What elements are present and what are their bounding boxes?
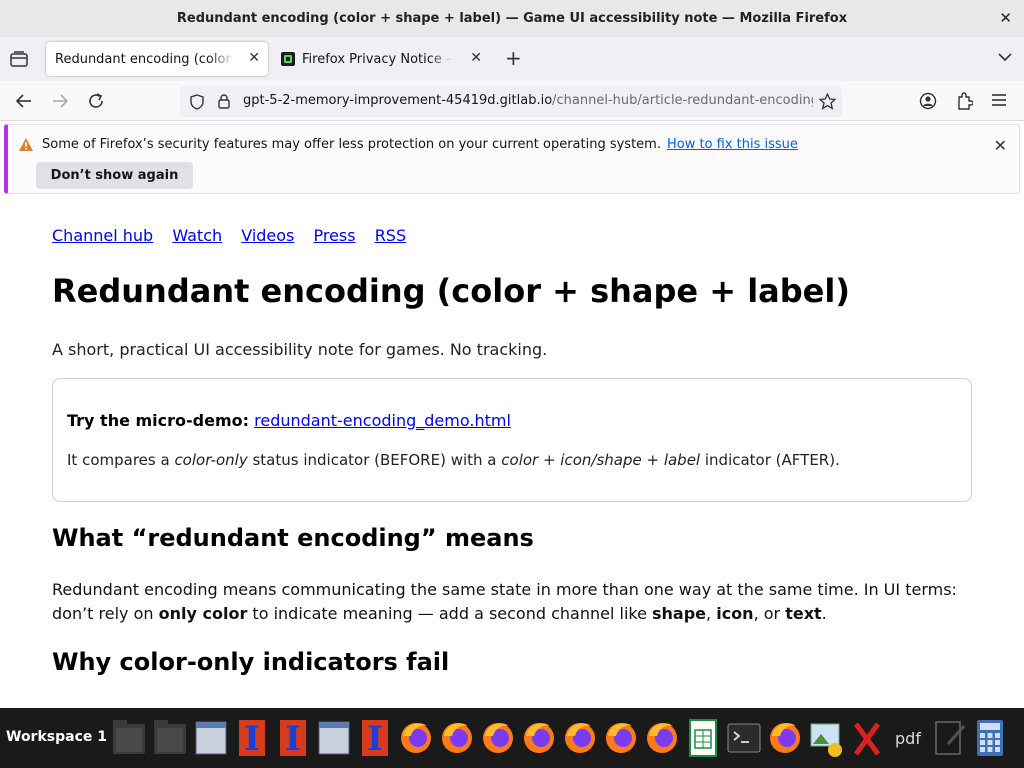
pdf-label: pdf <box>895 729 921 748</box>
paragraph-bold: shape <box>652 604 707 623</box>
compare-text: indicator (AFTER). <box>700 451 840 469</box>
text-editor-icon[interactable]: I <box>356 714 394 762</box>
menu-hamburger-icon[interactable] <box>991 93 1007 107</box>
section-heading-why: Why color-only indicators fail <box>52 648 450 676</box>
paragraph-text: , <box>706 604 717 623</box>
image-viewer-icon[interactable] <box>807 714 845 762</box>
account-icon[interactable] <box>919 92 937 110</box>
section-heading-means: What “redundant encoding” means <box>52 524 534 552</box>
tab-close-icon[interactable]: ✕ <box>470 50 482 66</box>
extensions-icon[interactable] <box>956 92 973 110</box>
firefox-icon[interactable] <box>561 714 599 762</box>
back-icon[interactable] <box>15 92 33 110</box>
notification-close-icon[interactable]: ✕ <box>994 136 1007 155</box>
workspace-label[interactable]: Workspace 1 <box>6 729 107 745</box>
editor-icon[interactable] <box>930 714 968 762</box>
article-lede: A short, practical UI accessibility note… <box>52 340 548 359</box>
url-text[interactable]: gpt-5-2-memory-improvement-45419d.gitlab… <box>243 93 813 108</box>
demo-callout: Try the micro-demo: redundant-encoding_d… <box>52 378 972 502</box>
nav-link-watch[interactable]: Watch <box>172 226 222 245</box>
bookmark-star-icon[interactable] <box>819 93 836 110</box>
url-host: gpt-5-2-memory-improvement-45419d.gitlab… <box>243 93 553 108</box>
navigation-toolbar: gpt-5-2-memory-improvement-45419d.gitlab… <box>0 81 1024 121</box>
paragraph-bold: text <box>785 604 822 623</box>
tab-redundant-encoding[interactable]: Redundant encoding (color + shape + labe… <box>46 42 268 76</box>
firefox-icon[interactable] <box>643 714 681 762</box>
firefox-icon[interactable] <box>479 714 517 762</box>
calculator-icon[interactable] <box>971 714 1009 762</box>
compare-text: status indicator (BEFORE) with a <box>247 451 502 469</box>
firefox-view-icon[interactable] <box>10 51 28 67</box>
nav-link-press[interactable]: Press <box>313 226 355 245</box>
list-all-tabs-icon[interactable] <box>998 52 1012 62</box>
compare-emphasis: color + icon/shape + label <box>501 451 701 469</box>
url-bar[interactable]: gpt-5-2-memory-improvement-45419d.gitlab… <box>180 86 842 117</box>
notification-text: Some of Firefox’s security features may … <box>42 137 661 152</box>
paragraph-bold: only color <box>158 604 248 623</box>
folder-icon[interactable] <box>110 714 148 762</box>
taskbar: Workspace 1 I I Ipdf <box>0 708 1024 768</box>
tab-label: Firefox Privacy Notice — Mozilla <box>302 51 452 67</box>
paragraph-text: to indicate meaning — add a second chann… <box>247 604 653 623</box>
warning-icon <box>19 138 33 151</box>
page-title: Redundant encoding (color + shape + labe… <box>52 272 850 310</box>
firefox-icon[interactable] <box>520 714 558 762</box>
tab-bar: Redundant encoding (color + shape + labe… <box>0 37 1024 81</box>
url-path: /channel-hub/article-redundant-encoding.… <box>552 93 813 108</box>
compare-emphasis: color-only <box>174 451 248 469</box>
firefox-icon[interactable] <box>397 714 435 762</box>
demo-label: Try the micro-demo: <box>67 411 250 430</box>
shield-icon[interactable] <box>190 94 204 110</box>
folder-icon[interactable] <box>151 714 189 762</box>
nav-link-videos[interactable]: Videos <box>241 226 294 245</box>
paragraph-text: , or <box>753 604 786 623</box>
tab-label: Redundant encoding (color + shape + labe… <box>55 51 235 67</box>
security-notification-bar: Some of Firefox’s security features may … <box>4 124 1020 194</box>
svg-text:I: I <box>367 719 383 759</box>
demo-link[interactable]: redundant-encoding_demo.html <box>254 411 511 430</box>
gitlab-favicon-icon <box>281 52 295 66</box>
tab-firefox-privacy-notice[interactable]: Firefox Privacy Notice — Mozilla ✕ <box>272 42 490 76</box>
nav-link-channel-hub[interactable]: Channel hub <box>52 226 153 245</box>
firefox-icon[interactable] <box>766 714 804 762</box>
window-icon[interactable] <box>315 714 353 762</box>
dont-show-again-button[interactable]: Don’t show again <box>36 162 193 189</box>
window-close-icon[interactable]: ✕ <box>999 9 1012 27</box>
paragraph-bold: icon <box>716 604 754 623</box>
terminal-icon[interactable] <box>725 714 763 762</box>
firefox-icon[interactable] <box>602 714 640 762</box>
how-to-fix-link[interactable]: How to fix this issue <box>667 137 798 152</box>
svg-text:I: I <box>244 719 260 759</box>
site-nav: Channel hub Watch Videos Press RSS <box>52 226 420 245</box>
demo-line: Try the micro-demo: redundant-encoding_d… <box>67 411 511 430</box>
nav-link-rss[interactable]: RSS <box>375 226 406 245</box>
tab-close-icon[interactable]: ✕ <box>248 50 260 66</box>
pdf-icon[interactable]: pdf <box>889 714 927 762</box>
window-title: Redundant encoding (color + shape + labe… <box>176 11 848 26</box>
window-icon[interactable] <box>192 714 230 762</box>
svg-text:I: I <box>285 719 301 759</box>
lock-icon[interactable] <box>218 94 230 109</box>
window-titlebar: Redundant encoding (color + shape + labe… <box>0 0 1024 37</box>
forward-icon[interactable] <box>51 92 69 110</box>
text-editor-icon[interactable]: I <box>274 714 312 762</box>
notification-message: Some of Firefox’s security features may … <box>42 137 798 152</box>
reload-icon[interactable] <box>87 92 105 110</box>
spreadsheet-icon[interactable] <box>684 714 722 762</box>
page-content: Channel hub Watch Videos Press RSS Redun… <box>0 198 1024 708</box>
new-tab-icon[interactable]: + <box>505 48 522 68</box>
x-icon[interactable] <box>848 714 886 762</box>
firefox-icon[interactable] <box>438 714 476 762</box>
paragraph-text: . <box>821 604 827 623</box>
section-paragraph: Redundant encoding means communicating t… <box>52 578 982 626</box>
demo-description: It compares a color-only status indicato… <box>67 451 840 469</box>
text-editor-icon[interactable]: I <box>233 714 271 762</box>
compare-text: It compares a <box>67 451 175 469</box>
